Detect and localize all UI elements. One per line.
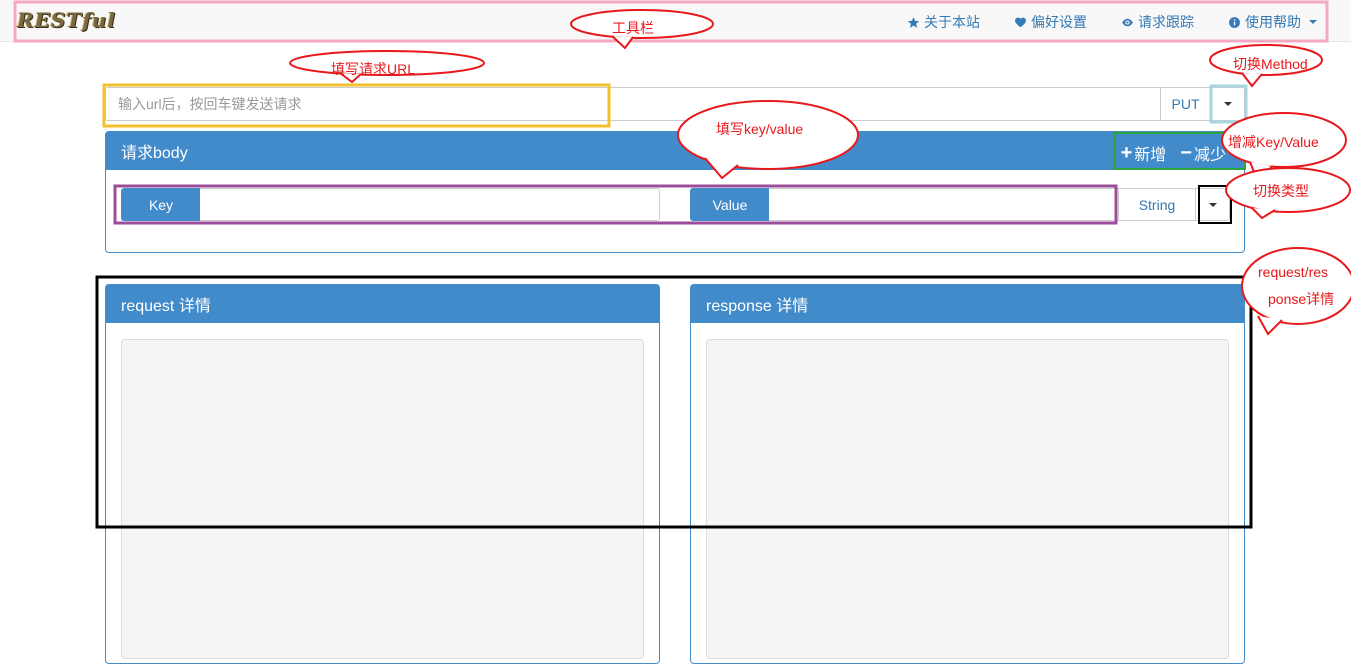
eye-icon: [1122, 18, 1133, 26]
minus-icon: −: [1180, 142, 1192, 164]
annotation-fill-url: 填写请求URL: [331, 61, 416, 77]
annotation-fill-kv: 填写key/value: [716, 121, 804, 137]
panel-title: 请求body: [121, 145, 188, 162]
annotation-req-res-line1: request/res: [1258, 264, 1329, 280]
method-dropdown-button[interactable]: [1211, 87, 1245, 121]
request-detail-content[interactable]: [121, 339, 644, 659]
nav-item-label: 请求跟踪: [1138, 14, 1194, 30]
annotation-toolbar: 工具栏: [612, 20, 654, 36]
annotation-req-res-line2: ponse详情: [1268, 291, 1335, 307]
request-detail-heading: request 详情: [106, 285, 659, 323]
response-detail-panel: response 详情: [690, 284, 1245, 664]
key-addon: Key: [121, 188, 201, 221]
key-input[interactable]: [200, 188, 660, 221]
request-body-heading: 请求body + 新增 − 减少: [106, 132, 1244, 170]
annotation-switch-method: 切换Method: [1233, 56, 1308, 72]
value-addon: Value: [690, 188, 770, 221]
chevron-down-icon: [1309, 20, 1317, 24]
annotation-switch-type: 切换类型: [1253, 183, 1309, 199]
chevron-down-icon: [1208, 202, 1217, 207]
type-dropdown-button[interactable]: [1196, 188, 1230, 221]
url-input[interactable]: [105, 87, 1160, 121]
top-navbar: RESTful 关于本站 偏好设置 请求跟踪 使用帮助: [0, 0, 1351, 42]
value-input[interactable]: [769, 188, 1119, 221]
nav-item-request-trace[interactable]: 请求跟踪: [1121, 12, 1194, 32]
nav-item-preferences[interactable]: 偏好设置: [1014, 12, 1087, 32]
remove-kv-button[interactable]: − 减少: [1180, 141, 1226, 165]
nav-item-label: 使用帮助: [1245, 14, 1301, 30]
method-label[interactable]: PUT: [1160, 87, 1211, 121]
brand-logo[interactable]: RESTful: [17, 8, 116, 32]
panel-title: request 详情: [121, 298, 211, 315]
nav-item-label: 偏好设置: [1031, 14, 1087, 30]
request-detail-panel: request 详情: [105, 284, 660, 664]
value-type-label[interactable]: String: [1118, 188, 1196, 221]
nav-item-help[interactable]: 使用帮助: [1228, 12, 1317, 32]
add-kv-label: 新增: [1134, 147, 1167, 164]
nav-menu: 关于本站 偏好设置 请求跟踪 使用帮助: [907, 12, 1317, 32]
remove-kv-label: 减少: [1193, 147, 1226, 164]
chevron-down-icon: [1223, 102, 1232, 106]
panel-title: response 详情: [706, 298, 809, 315]
body-actions: + 新增 − 减少: [1121, 141, 1226, 165]
add-kv-button[interactable]: + 新增: [1121, 141, 1167, 165]
response-detail-heading: response 详情: [691, 285, 1244, 323]
plus-icon: +: [1120, 142, 1133, 164]
heart-icon: [1015, 17, 1026, 27]
nav-item-about[interactable]: 关于本站: [907, 12, 980, 32]
star-icon: [907, 16, 920, 28]
nav-item-label: 关于本站: [924, 14, 980, 30]
info-icon: [1229, 16, 1240, 28]
response-detail-content[interactable]: [706, 339, 1229, 659]
annotation-add-remove-kv: 增减Key/Value: [1228, 134, 1319, 150]
